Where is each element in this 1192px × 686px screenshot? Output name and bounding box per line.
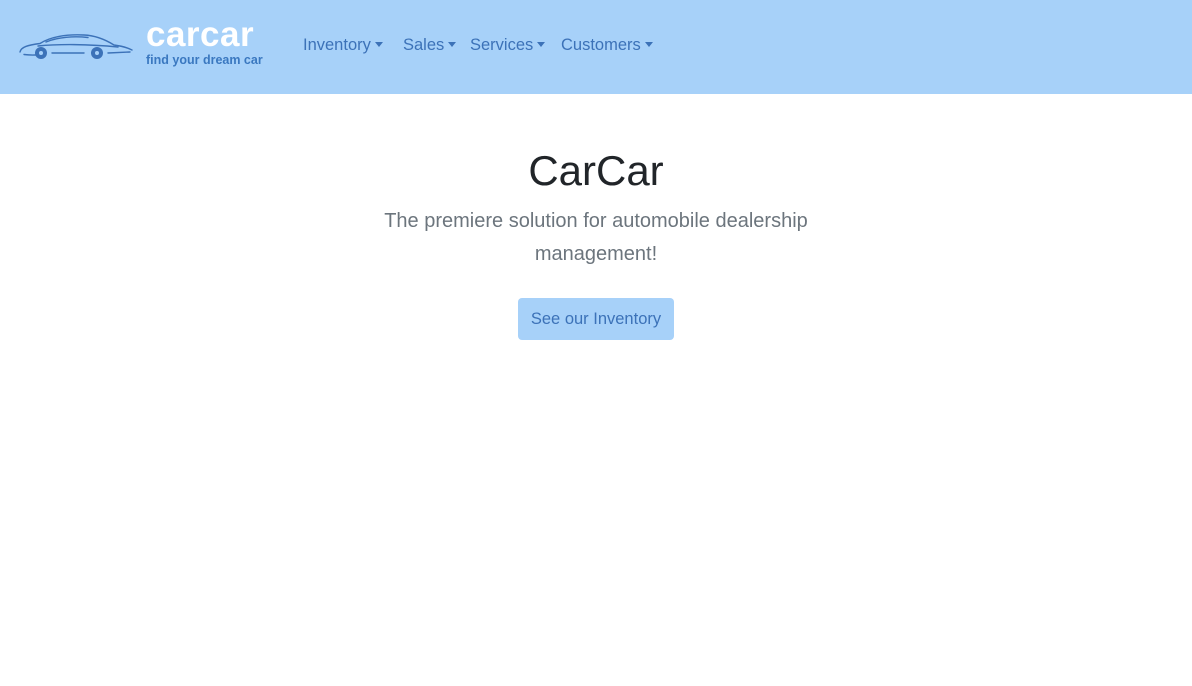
nav-dropdown-customers[interactable]: Customers <box>561 34 653 56</box>
top-navbar: carcar find your dream car Inventory Sal… <box>0 0 1192 94</box>
nav-label-services: Services <box>470 36 534 54</box>
caret-down-icon <box>448 42 457 47</box>
nav-dropdown-sales[interactable]: Sales <box>403 34 457 56</box>
see-inventory-button[interactable]: See our Inventory <box>518 298 674 340</box>
hero-lead-text: The premiere solution for automobile dea… <box>384 210 808 265</box>
brand-name: carcar <box>146 15 255 54</box>
caret-down-icon <box>537 42 546 47</box>
page-title: CarCar <box>528 147 664 194</box>
brand-tagline: find your dream car <box>146 53 263 67</box>
caret-down-icon <box>374 42 383 47</box>
nav-dropdown-services[interactable]: Services <box>470 34 546 56</box>
nav-label-customers: Customers <box>561 36 641 54</box>
nav-dropdown-inventory[interactable]: Inventory <box>303 34 383 56</box>
car-icon <box>19 34 133 59</box>
nav-label-sales: Sales <box>403 36 445 54</box>
brand-home-link[interactable]: carcar find your dream car <box>18 14 278 74</box>
caret-down-icon <box>644 42 653 47</box>
nav-label-inventory: Inventory <box>303 36 371 54</box>
